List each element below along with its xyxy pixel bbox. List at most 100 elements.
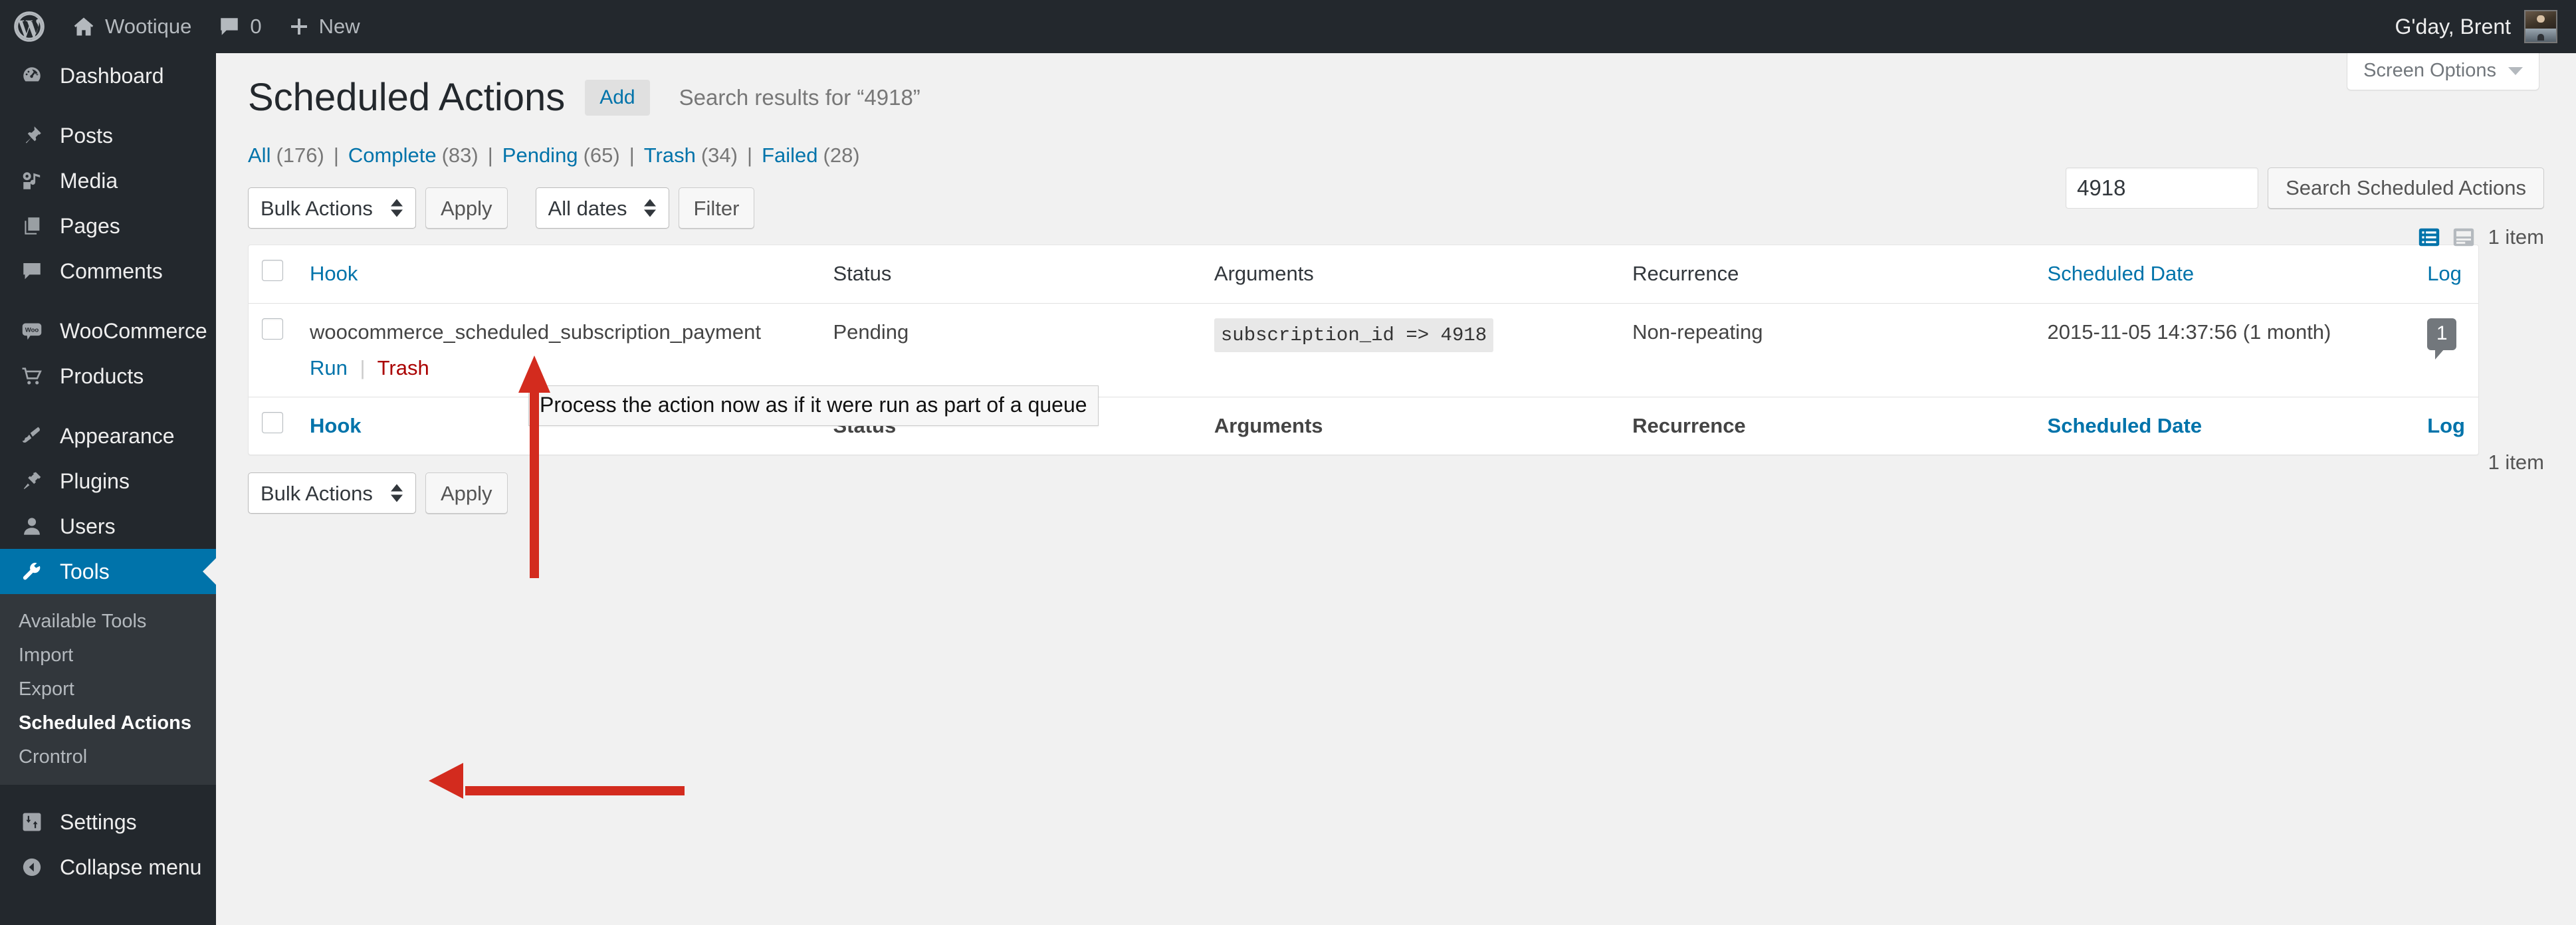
paintbrush-icon	[19, 425, 45, 447]
apply-button[interactable]: Apply	[425, 187, 508, 229]
view-switch	[2416, 225, 2476, 250]
main-content: Screen Options Scheduled Actions Add Sea…	[216, 53, 2576, 925]
cell-scheduled-date: 2015-11-05 14:37:56 (1 month)	[2047, 320, 2331, 344]
log-count-badge[interactable]: 1	[2427, 318, 2457, 360]
plus-icon	[288, 16, 310, 37]
sidebar-item-pages[interactable]: Pages	[0, 203, 216, 249]
view-link-complete[interactable]: Complete (83) |	[348, 144, 502, 167]
sidebar-item-label: Pages	[60, 214, 120, 238]
table-head: Hook Status Arguments Recurrence Schedul…	[249, 245, 2478, 304]
view-link-label[interactable]: All	[248, 144, 270, 167]
my-account-menu-item[interactable]: G'day, Brent	[2395, 0, 2576, 53]
view-link-pending[interactable]: Pending (65) |	[502, 144, 644, 167]
bulk-actions-select-bottom[interactable]: Bulk Actions	[248, 472, 416, 514]
annotation-arrow-to-run	[518, 356, 550, 578]
search-submit-button[interactable]: Search Scheduled Actions	[2268, 167, 2544, 209]
home-icon	[72, 15, 96, 39]
sidebar-item-appearance[interactable]: Appearance	[0, 413, 216, 459]
sidebar-item-woocommerce[interactable]: Woo WooCommerce	[0, 308, 216, 354]
menu-separator	[0, 785, 216, 799]
chevron-down-icon	[2508, 66, 2523, 75]
view-link-label[interactable]: Complete	[348, 144, 437, 167]
site-name-menu-item[interactable]: Wootique	[58, 0, 205, 53]
tools-submenu: Available Tools Import Export Scheduled …	[0, 594, 216, 785]
bulk-actions-select[interactable]: Bulk Actions	[248, 187, 416, 229]
sidebar-item-label: Dashboard	[60, 64, 164, 88]
annotation-arrow-to-scheduled-actions-menu	[429, 763, 685, 811]
view-link-all[interactable]: All (176) |	[248, 144, 348, 167]
page-title: Scheduled Actions	[248, 76, 566, 119]
sidebar-item-settings[interactable]: Settings	[0, 799, 216, 845]
select-all-checkbox-bottom[interactable]	[262, 411, 283, 433]
view-link-label[interactable]: Pending	[502, 144, 578, 167]
view-link-count: (176)	[276, 144, 324, 167]
sidebar-item-comments[interactable]: Comments	[0, 249, 216, 294]
user-icon	[19, 515, 45, 538]
column-header-hook-link[interactable]: Hook	[310, 262, 358, 285]
new-content-menu-item[interactable]: New	[275, 0, 374, 53]
column-footer-scheduled-date[interactable]: Scheduled Date	[2034, 396, 2415, 455]
sidebar-subitem-label: Crontrol	[19, 746, 88, 768]
column-header-scheduled-date[interactable]: Scheduled Date	[2034, 245, 2415, 304]
woocommerce-icon: Woo	[19, 320, 45, 342]
sidebar-subitem-available-tools[interactable]: Available Tools	[0, 605, 216, 639]
sidebar-item-plugins[interactable]: Plugins	[0, 459, 216, 504]
select-all-footer	[249, 396, 296, 455]
column-header-hook[interactable]: Hook	[296, 245, 820, 304]
wp-logo-menu-item[interactable]	[0, 0, 58, 53]
cell-hook: woocommerce_scheduled_subscription_payme…	[296, 304, 819, 397]
comment-bubble-icon	[218, 16, 241, 37]
view-link-label[interactable]: Trash	[644, 144, 696, 167]
column-footer-arguments: Arguments	[1200, 396, 1620, 455]
collapse-arrow-icon	[19, 856, 45, 878]
search-input[interactable]	[2066, 167, 2259, 209]
view-link-count: (28)	[823, 144, 860, 167]
column-footer-scheduled-date-link[interactable]: Scheduled Date	[2048, 414, 2202, 437]
bulk-actions-select-wrap-bottom: Bulk Actions	[248, 472, 425, 514]
wordpress-logo-icon	[13, 11, 45, 43]
view-link-failed[interactable]: Failed (28)	[762, 144, 860, 167]
column-footer-hook-link[interactable]: Hook	[310, 414, 362, 437]
sidebar-item-users[interactable]: Users	[0, 504, 216, 549]
comments-menu-item[interactable]: 0	[205, 0, 274, 53]
sidebar-item-dashboard[interactable]: Dashboard	[0, 53, 216, 98]
filter-button[interactable]: Filter	[678, 187, 755, 229]
date-filter-select[interactable]: All dates	[535, 187, 669, 229]
excerpt-view-icon[interactable]	[2451, 225, 2476, 250]
column-header-scheduled-date-link[interactable]: Scheduled Date	[2048, 262, 2195, 285]
status-filter-links: All (176) | Complete (83) | Pending (65)…	[248, 144, 2543, 167]
column-footer-log[interactable]: Log	[2414, 396, 2478, 455]
sidebar-item-tools[interactable]: Tools	[0, 549, 216, 594]
sidebar-subitem-crontrol[interactable]: Crontrol	[0, 740, 216, 774]
cell-status: Pending	[833, 320, 909, 344]
sidebar-item-products[interactable]: Products	[0, 354, 216, 399]
row-checkbox[interactable]	[262, 318, 283, 340]
column-header-log-link[interactable]: Log	[2427, 262, 2462, 285]
sidebar-subitem-scheduled-actions[interactable]: Scheduled Actions	[0, 706, 216, 740]
run-action-link[interactable]: Run	[310, 356, 348, 379]
view-link-label[interactable]: Failed	[762, 144, 817, 167]
list-view-icon[interactable]	[2416, 225, 2442, 250]
run-action-tooltip: Process the action now as if it were run…	[528, 385, 1099, 426]
select-all-checkbox[interactable]	[262, 260, 283, 281]
search-box: Search Scheduled Actions	[2066, 167, 2544, 209]
sidebar-subitem-import[interactable]: Import	[0, 639, 216, 672]
arrow-shaft	[465, 786, 685, 795]
separator: |	[629, 144, 635, 167]
sidebar-item-media[interactable]: Media	[0, 158, 216, 203]
column-footer-log-link[interactable]: Log	[2427, 414, 2465, 437]
plug-icon	[19, 470, 45, 492]
search-results-subtitle: Search results for “4918”	[679, 85, 920, 110]
add-button[interactable]: Add	[585, 80, 650, 116]
avatar	[2524, 10, 2557, 43]
screen-options-button[interactable]: Screen Options	[2347, 53, 2539, 90]
sidebar-item-posts[interactable]: Posts	[0, 113, 216, 158]
apply-button-bottom[interactable]: Apply	[425, 472, 508, 514]
column-footer-recurrence: Recurrence	[1619, 396, 2034, 455]
view-link-trash[interactable]: Trash (34) |	[644, 144, 762, 167]
screen-meta-links: Screen Options	[2347, 53, 2539, 90]
trash-action-link[interactable]: Trash	[377, 356, 429, 379]
sidebar-subitem-export[interactable]: Export	[0, 672, 216, 706]
collapse-menu-button[interactable]: Collapse menu	[0, 845, 216, 890]
column-header-log[interactable]: Log	[2414, 245, 2478, 304]
